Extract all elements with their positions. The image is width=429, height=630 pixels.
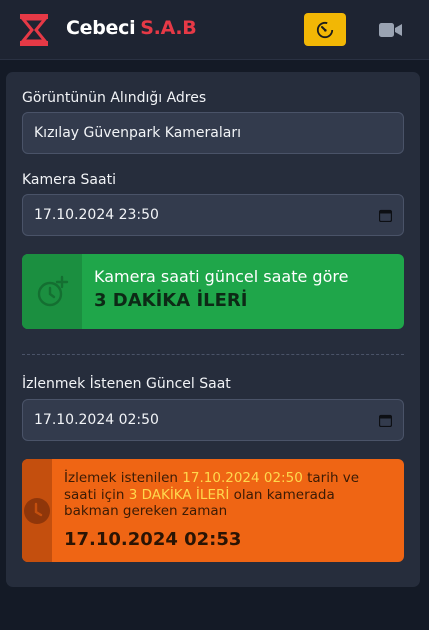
result-alert: İzlemek istenilen 17.10.2024 02:50 tarih…: [22, 459, 404, 562]
timer-button[interactable]: [304, 13, 346, 46]
offset-alert-icon-panel: [22, 254, 82, 329]
result-msg-offset: 3 DAKİKA İLERİ: [128, 486, 230, 503]
target-time-label: İzlenmek İstenen Güncel Saat: [22, 376, 231, 392]
result-alert-icon-panel: [22, 459, 52, 562]
calendar-icon[interactable]: [379, 414, 392, 427]
address-value: Kızılay Güvenpark Kameraları: [34, 125, 241, 141]
result-alert-body: İzlemek istenilen 17.10.2024 02:50 tarih…: [52, 459, 404, 562]
target-time-input[interactable]: 17.10.2024 02:50: [22, 399, 404, 441]
clock-icon: [24, 497, 50, 524]
calendar-icon[interactable]: [379, 209, 392, 222]
hourglass-logo-icon: [19, 14, 49, 46]
offset-alert-value: 3 DAKİKA İLERİ: [94, 290, 248, 311]
camera-time-label: Kamera Saati: [22, 172, 116, 188]
offset-alert: Kamera saati güncel saate göre 3 DAKİKA …: [22, 254, 404, 329]
brand-logo[interactable]: Cebeci S.A.B: [66, 17, 197, 39]
calculator-card: Görüntünün Alındığı Adres Kızılay Güvenp…: [6, 72, 420, 587]
camera-button[interactable]: [378, 19, 404, 41]
result-message: İzlemek istenilen 17.10.2024 02:50 tarih…: [64, 470, 392, 520]
section-divider: [22, 354, 404, 355]
result-time: 17.10.2024 02:53: [64, 528, 242, 550]
brand-name: Cebeci: [66, 17, 136, 39]
camera-time-value: 17.10.2024 23:50: [34, 207, 159, 223]
offset-alert-text: Kamera saati güncel saate göre: [94, 267, 349, 286]
navbar: Cebeci S.A.B: [0, 0, 429, 60]
result-msg-part1: İzlemek istenilen: [64, 470, 183, 486]
address-field[interactable]: Kızılay Güvenpark Kameraları: [22, 112, 404, 154]
brand-suffix: S.A.B: [140, 17, 197, 39]
timer-icon: [316, 21, 334, 38]
clock-plus-icon: [37, 275, 69, 306]
offset-alert-body: Kamera saati güncel saate göre 3 DAKİKA …: [82, 254, 360, 329]
result-msg-time: 17.10.2024 02:50: [182, 470, 303, 486]
target-time-value: 17.10.2024 02:50: [34, 412, 159, 428]
video-camera-icon: [379, 23, 402, 37]
camera-time-input[interactable]: 17.10.2024 23:50: [22, 194, 404, 236]
address-label: Görüntünün Alındığı Adres: [22, 90, 207, 106]
